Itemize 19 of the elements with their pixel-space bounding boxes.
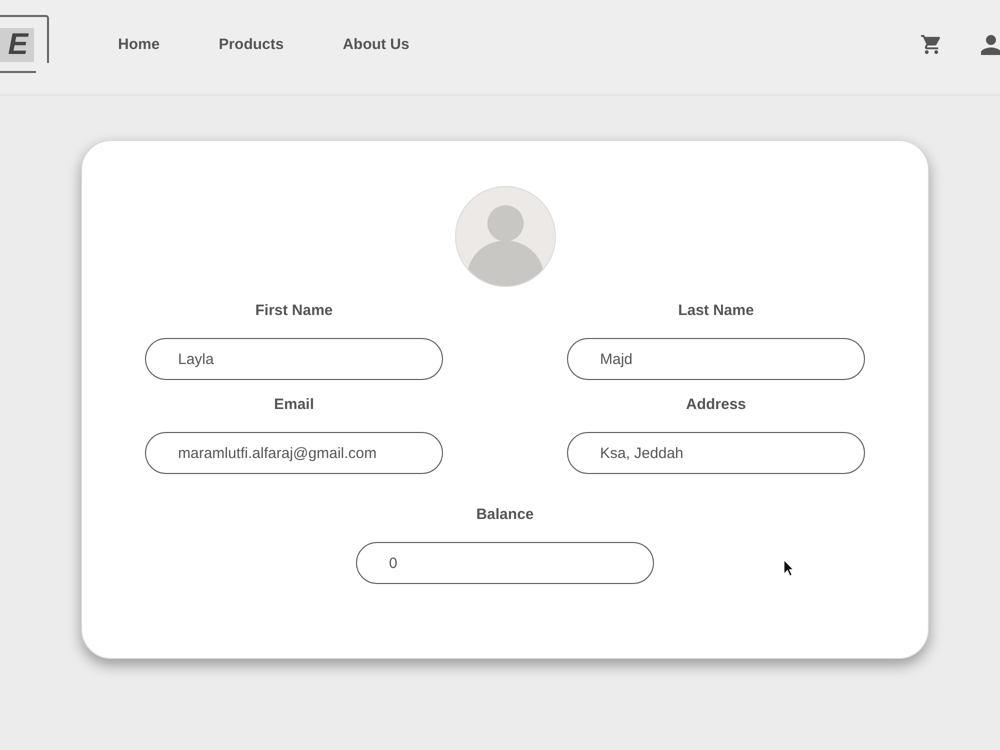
logo-text: E <box>0 28 34 62</box>
field-label: Address <box>686 396 746 414</box>
text-field[interactable]: 0 <box>356 542 654 584</box>
text-field[interactable]: maramlutfi.alfaraj@gmail.com <box>145 432 443 474</box>
text-field[interactable]: Majd <box>567 338 865 380</box>
text-field[interactable]: Ksa, Jeddah <box>567 432 865 474</box>
field-label: Email <box>274 396 314 414</box>
avatar-icon <box>454 186 556 287</box>
logo-frame[interactable]: E <box>0 15 49 63</box>
nav-link[interactable]: Products <box>218 36 284 54</box>
cart-icon[interactable] <box>921 35 942 54</box>
field-label: Balance <box>476 506 534 524</box>
user-icon[interactable] <box>981 35 1000 55</box>
nav-link[interactable]: Home <box>118 36 160 54</box>
nav-link[interactable]: About Us <box>342 36 410 54</box>
cursor-icon <box>783 559 794 577</box>
field-label: First Name <box>255 302 333 320</box>
field-label: Last Name <box>678 302 754 320</box>
text-field[interactable]: Layla <box>145 338 443 380</box>
